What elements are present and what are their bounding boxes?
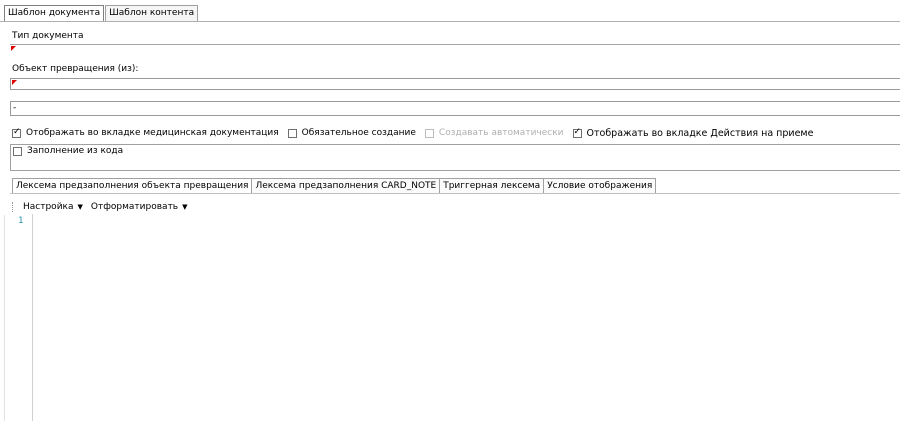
checkbox-create-automatically <box>424 128 434 138</box>
checkbox-mandatory-creation-label: Обязательное создание <box>301 128 416 138</box>
tab-transform-prefill-lexeme[interactable]: Лексема предзаполнения объекта превращен… <box>12 178 253 193</box>
format-dropdown-button[interactable]: Отформатировать ▼ <box>91 202 188 212</box>
secondary-object-field[interactable]: - <box>10 101 900 116</box>
doc-type-field[interactable] <box>10 45 900 56</box>
tab-divider <box>0 21 900 22</box>
settings-dropdown-button[interactable]: Настройка ▼ <box>23 202 83 212</box>
checkbox-mandatory-creation[interactable] <box>287 128 297 138</box>
tab-content-template[interactable]: Шаблон контента <box>105 5 199 21</box>
document-tabs: Шаблон документа Шаблон контента <box>4 5 199 21</box>
tab-trigger-lexeme[interactable]: Триггерная лексема <box>440 178 545 193</box>
checkbox-code-fill-label: Заполнение из кода <box>27 146 124 156</box>
secondary-object-value: - <box>13 103 17 113</box>
doc-type-label: Тип документа <box>12 31 84 41</box>
transform-object-label: Объект превращения (из): <box>12 64 139 74</box>
checkbox-create-automatically-label: Создавать автоматически <box>438 128 564 138</box>
checkbox-show-actions-tab-label: Отображать во вкладке Действия на приеме <box>586 127 814 139</box>
caret-down-icon: ▼ <box>77 203 83 211</box>
tab-display-condition[interactable]: Условие отображения <box>544 178 657 193</box>
tab-card-note-lexeme[interactable]: Лексема предзаполнения CARD_NOTE <box>252 178 441 193</box>
format-label: Отформатировать <box>90 202 179 212</box>
editor-left-border <box>4 215 5 421</box>
settings-label: Настройка <box>23 202 74 212</box>
options-row: Отображать во вкладке медицинская докуме… <box>12 127 822 139</box>
code-fill-panel <box>10 144 900 171</box>
code-editor[interactable] <box>10 214 900 421</box>
line-number-gutter <box>10 214 33 421</box>
checkbox-code-fill[interactable] <box>13 146 22 156</box>
line-number: 1 <box>18 216 24 226</box>
toolbar-grip[interactable] <box>12 202 15 212</box>
editor-toolbar: Настройка ▼ Отформатировать ▼ <box>12 200 196 214</box>
checkbox-show-medical-docs[interactable] <box>12 127 21 138</box>
lexeme-tabs: Лексема предзаполнения объекта превращен… <box>12 178 657 193</box>
caret-down-icon: ▼ <box>182 203 188 211</box>
tab-document-template[interactable]: Шаблон документа <box>4 5 105 21</box>
tab-divider <box>10 193 900 194</box>
checkbox-show-actions-tab[interactable] <box>572 127 582 138</box>
checkbox-show-medical-docs-label: Отображать во вкладке медицинская докуме… <box>26 128 279 138</box>
code-fill-option: Заполнение из кода <box>13 146 132 156</box>
transform-object-field[interactable] <box>10 78 900 90</box>
